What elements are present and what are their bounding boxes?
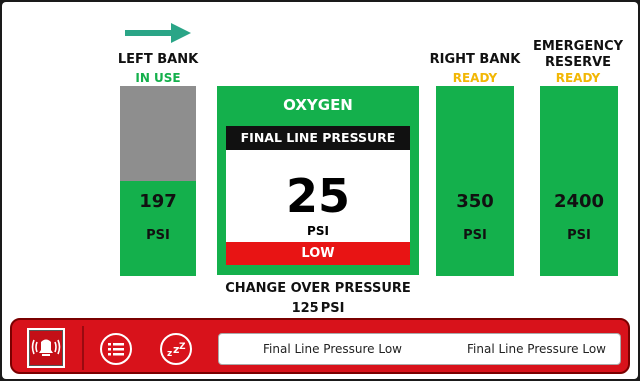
alarm-message-1: Final Line Pressure Low bbox=[263, 342, 402, 356]
menu-list-icon bbox=[108, 343, 124, 356]
reserve-unit: PSI bbox=[567, 228, 591, 243]
snooze-button[interactable]: z z Z bbox=[160, 333, 192, 365]
reserve-label-line2: RESERVE bbox=[544, 55, 612, 70]
reserve-label-line1: EMERGENCY bbox=[532, 39, 624, 54]
left-bank-label: LEFT BANK bbox=[117, 52, 199, 67]
alarm-bell-icon bbox=[31, 339, 61, 356]
alarm-message-2: Final Line Pressure Low bbox=[467, 342, 606, 356]
snooze-icon: z z Z bbox=[167, 342, 186, 359]
reserve-status: READY bbox=[555, 71, 601, 85]
right-bank-value: 350 bbox=[456, 191, 494, 212]
left-bank-status: IN USE bbox=[135, 71, 181, 85]
svg-text:Z: Z bbox=[179, 342, 186, 352]
final-line-pressure-label: FINAL LINE PRESSURE bbox=[226, 126, 410, 150]
svg-text:z: z bbox=[167, 349, 172, 359]
oxygen-title: OXYGEN bbox=[283, 96, 353, 114]
divider bbox=[82, 326, 84, 370]
direction-arrow-icon bbox=[125, 23, 191, 43]
right-bank-gauge bbox=[436, 86, 514, 276]
right-bank-label: RIGHT BANK bbox=[429, 52, 521, 67]
reserve-gauge bbox=[540, 86, 618, 276]
changeover-value-row: 125 PSI bbox=[202, 301, 434, 316]
changeover-unit: PSI bbox=[320, 301, 345, 316]
menu-button[interactable] bbox=[100, 333, 132, 365]
changeover-label: CHANGE OVER PRESSURE bbox=[225, 281, 411, 296]
alarm-button[interactable] bbox=[27, 328, 65, 368]
right-bank-unit: PSI bbox=[463, 228, 487, 243]
left-bank-value: 197 bbox=[139, 191, 177, 212]
left-bank-gauge-empty bbox=[120, 86, 196, 181]
left-bank-unit: PSI bbox=[146, 228, 170, 243]
final-line-pressure-unit: PSI bbox=[307, 224, 329, 238]
right-bank-status: READY bbox=[452, 71, 498, 85]
changeover-value: 125 bbox=[291, 301, 319, 316]
reserve-value: 2400 bbox=[553, 191, 605, 212]
alarm-message-field[interactable]: Final Line Pressure Low Final Line Press… bbox=[218, 333, 621, 365]
low-pressure-alarm-badge: LOW bbox=[226, 242, 410, 265]
final-line-pressure-value: 25 bbox=[285, 169, 350, 223]
